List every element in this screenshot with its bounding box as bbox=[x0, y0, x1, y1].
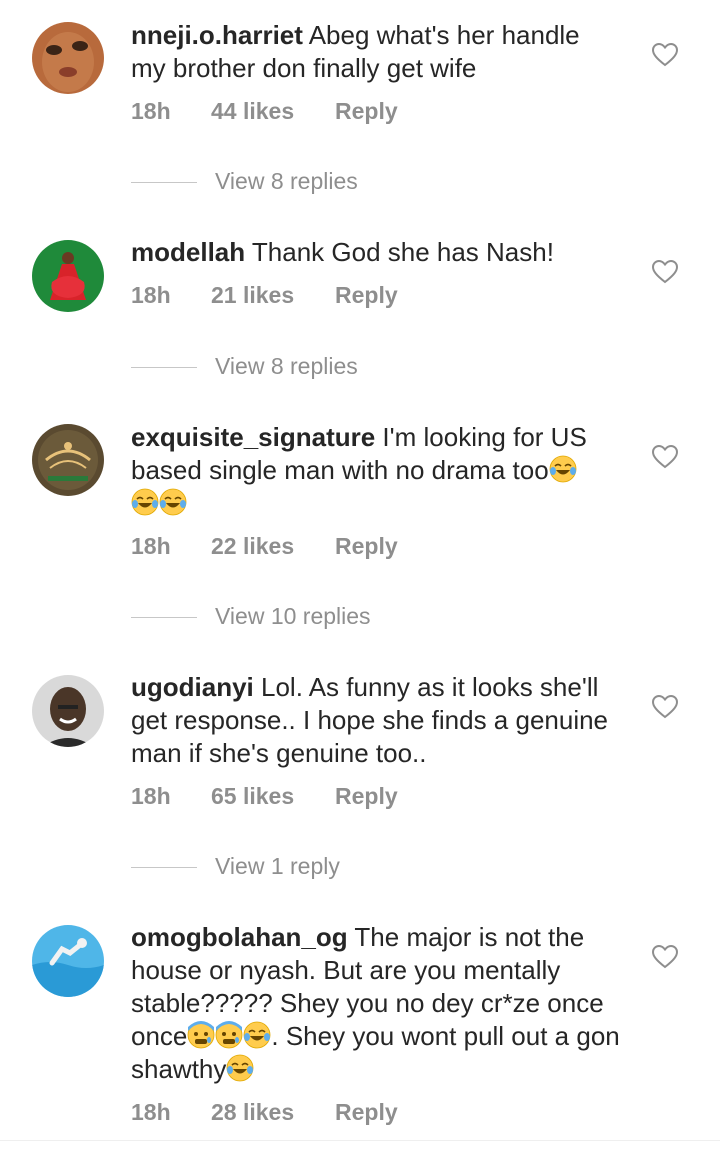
view-replies-label: View 1 reply bbox=[215, 853, 340, 879]
comment-likes[interactable]: 22 likes bbox=[211, 533, 335, 560]
person-photo-icon bbox=[32, 22, 104, 94]
comment-username[interactable]: modellah bbox=[131, 237, 245, 267]
fearful-face-emoji-icon bbox=[215, 1021, 243, 1049]
view-replies-button[interactable]: View 10 replies bbox=[131, 603, 371, 630]
comment-text: ugodianyi Lol. As funny as it looks she'… bbox=[131, 671, 621, 770]
comment-time: 18h bbox=[131, 783, 171, 809]
person-in-red-dress-icon bbox=[32, 240, 104, 312]
view-replies-button[interactable]: View 1 reply bbox=[131, 853, 340, 880]
fearful-face-emoji-icon bbox=[187, 1021, 215, 1049]
divider-line bbox=[131, 367, 197, 369]
brand-logo-icon bbox=[32, 424, 104, 496]
emoji-reaction-bar bbox=[0, 1140, 720, 1171]
like-heart-icon[interactable] bbox=[652, 260, 678, 284]
view-replies-label: View 8 replies bbox=[215, 168, 358, 194]
divider-line bbox=[131, 867, 197, 869]
comment-username[interactable]: exquisite_signature bbox=[131, 422, 375, 452]
comment-text: modellah Thank God she has Nash! bbox=[131, 236, 621, 269]
swimmer-icon bbox=[32, 925, 104, 997]
avatar[interactable] bbox=[32, 22, 104, 94]
avatar[interactable] bbox=[32, 675, 104, 747]
comment-time: 18h bbox=[131, 533, 171, 559]
comment-text: nneji.o.harriet Abeg what's her handle m… bbox=[131, 19, 621, 85]
comment-likes[interactable]: 21 likes bbox=[211, 282, 335, 309]
comment-meta: 18h 65 likes Reply bbox=[131, 783, 398, 810]
comment-body: Thank God she has Nash! bbox=[245, 237, 554, 267]
like-heart-icon[interactable] bbox=[652, 695, 678, 719]
divider-line bbox=[131, 182, 197, 184]
avatar[interactable] bbox=[32, 240, 104, 312]
comment-text: exquisite_signature I'm looking for US b… bbox=[131, 421, 621, 520]
view-replies-label: View 8 replies bbox=[215, 353, 358, 379]
comment-likes[interactable]: 44 likes bbox=[211, 98, 335, 125]
comment-text: omogbolahan_og The major is not the hous… bbox=[131, 921, 621, 1086]
comment-meta: 18h 28 likes Reply bbox=[131, 1099, 398, 1126]
laughing-tears-emoji-icon bbox=[159, 488, 187, 516]
view-replies-button[interactable]: View 8 replies bbox=[131, 168, 358, 195]
reply-button[interactable]: Reply bbox=[335, 533, 398, 560]
comment-meta: 18h 22 likes Reply bbox=[131, 533, 398, 560]
comment-username[interactable]: omogbolahan_og bbox=[131, 922, 348, 952]
laughing-tears-emoji-icon bbox=[243, 1021, 272, 1049]
laughing-tears-emoji-icon bbox=[548, 455, 577, 483]
laughing-tears-emoji-icon bbox=[131, 488, 159, 516]
comment-likes[interactable]: 65 likes bbox=[211, 783, 335, 810]
view-replies-label: View 10 replies bbox=[215, 603, 371, 629]
comment-meta: 18h 44 likes Reply bbox=[131, 98, 398, 125]
smiling-man-icon bbox=[32, 675, 104, 747]
comment-meta: 18h 21 likes Reply bbox=[131, 282, 398, 309]
reply-button[interactable]: Reply bbox=[335, 282, 398, 309]
comment-time: 18h bbox=[131, 98, 171, 124]
avatar[interactable] bbox=[32, 424, 104, 496]
comment-time: 18h bbox=[131, 1099, 171, 1125]
divider-line bbox=[131, 617, 197, 619]
avatar[interactable] bbox=[32, 925, 104, 997]
comment-username[interactable]: ugodianyi bbox=[131, 672, 254, 702]
comment-time: 18h bbox=[131, 282, 171, 308]
like-heart-icon[interactable] bbox=[652, 43, 678, 67]
reply-button[interactable]: Reply bbox=[335, 1099, 398, 1126]
reply-button[interactable]: Reply bbox=[335, 783, 398, 810]
laughing-tears-emoji-icon bbox=[226, 1054, 255, 1082]
comment-username[interactable]: nneji.o.harriet bbox=[131, 20, 303, 50]
like-heart-icon[interactable] bbox=[652, 945, 678, 969]
like-heart-icon[interactable] bbox=[652, 445, 678, 469]
view-replies-button[interactable]: View 8 replies bbox=[131, 353, 358, 380]
reply-button[interactable]: Reply bbox=[335, 98, 398, 125]
comment-likes[interactable]: 28 likes bbox=[211, 1099, 335, 1126]
